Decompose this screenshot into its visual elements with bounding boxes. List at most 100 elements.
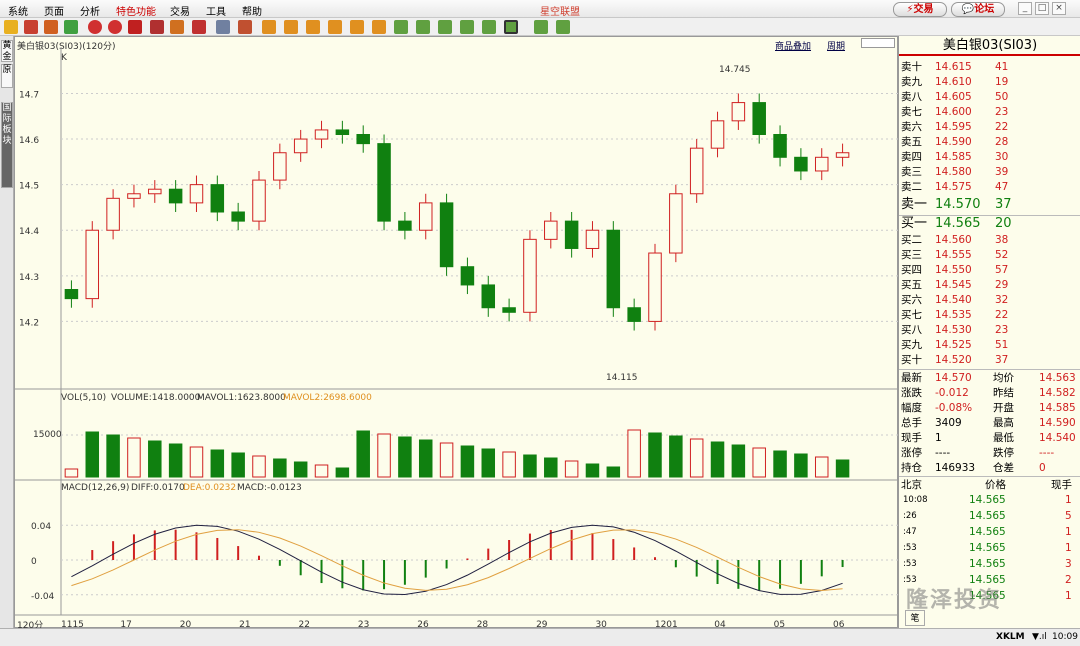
back-icon[interactable] bbox=[4, 20, 18, 34]
candle-body bbox=[439, 202, 454, 268]
period-7-icon[interactable] bbox=[394, 20, 408, 34]
maximize-button[interactable]: □ bbox=[1035, 2, 1049, 15]
period-5-icon[interactable] bbox=[350, 20, 364, 34]
period-1-icon[interactable] bbox=[262, 20, 276, 34]
ask-row[interactable]: 卖九 14.610 19 bbox=[899, 75, 1080, 90]
period-6-icon[interactable] bbox=[372, 20, 386, 34]
volume-bar bbox=[398, 436, 412, 478]
minimize-button[interactable]: _ bbox=[1018, 2, 1032, 15]
ask-row[interactable]: 卖七 14.600 23 bbox=[899, 105, 1080, 120]
bid-row[interactable]: 买六 14.540 32 bbox=[899, 293, 1080, 308]
period-8-icon[interactable] bbox=[416, 20, 430, 34]
bid-row[interactable]: 买十 14.520 37 bbox=[899, 353, 1080, 368]
bid-row[interactable]: 买九 14.525 51 bbox=[899, 338, 1080, 353]
candle-body bbox=[814, 156, 829, 172]
period-2-icon[interactable] bbox=[284, 20, 298, 34]
period-13-icon[interactable] bbox=[534, 20, 548, 34]
bid-row[interactable]: 买八 14.530 23 bbox=[899, 323, 1080, 338]
menu-features[interactable]: 特色功能 bbox=[116, 3, 156, 18]
ask-row[interactable]: 卖三 14.580 39 bbox=[899, 165, 1080, 180]
grid-icon[interactable] bbox=[216, 20, 230, 34]
ask-1-row[interactable]: 卖一 14.570 37 bbox=[899, 197, 1080, 214]
period-9-icon[interactable] bbox=[438, 20, 452, 34]
bid-row[interactable]: 买四 14.550 57 bbox=[899, 263, 1080, 278]
volume-bar bbox=[418, 439, 433, 478]
candle-body bbox=[252, 179, 266, 222]
candle-body bbox=[544, 220, 558, 240]
ask-row[interactable]: 卖二 14.575 47 bbox=[899, 180, 1080, 195]
volume-bar bbox=[544, 457, 558, 478]
candle-body bbox=[356, 134, 370, 145]
price-tick-label: 14.3 bbox=[19, 273, 39, 283]
brush-icon[interactable] bbox=[170, 20, 184, 34]
menu-page[interactable]: 页面 bbox=[44, 3, 64, 18]
bid-row[interactable]: 买五 14.545 29 bbox=[899, 278, 1080, 293]
forum-button[interactable]: 💬论坛 bbox=[951, 2, 1005, 17]
bid-row[interactable]: 买三 14.555 52 bbox=[899, 248, 1080, 263]
ask-row[interactable]: 卖八 14.605 50 bbox=[899, 90, 1080, 105]
candle-body bbox=[648, 252, 662, 322]
candle-body bbox=[585, 229, 600, 249]
high-mark: 14.745 bbox=[719, 65, 751, 75]
tab-source[interactable]: 原 bbox=[1, 64, 13, 88]
menu-help[interactable]: 帮助 bbox=[242, 3, 262, 18]
zoom-in-icon[interactable] bbox=[88, 20, 102, 34]
candle-body bbox=[460, 266, 475, 286]
period-3-icon[interactable] bbox=[306, 20, 320, 34]
period-10-icon[interactable] bbox=[460, 20, 474, 34]
ask-row[interactable]: 卖六 14.595 22 bbox=[899, 120, 1080, 135]
macd-tick-label: 0.04 bbox=[31, 522, 51, 532]
tools-icon[interactable] bbox=[128, 20, 142, 34]
period-11-icon[interactable] bbox=[482, 20, 496, 34]
candle-body bbox=[752, 102, 766, 135]
volume-bar bbox=[648, 432, 662, 478]
filter-icon[interactable] bbox=[192, 20, 206, 34]
stat-row: 涨跌 -0.012 昨结 14.582 bbox=[901, 387, 1076, 399]
period-4-icon[interactable] bbox=[328, 20, 342, 34]
candle-body bbox=[85, 229, 100, 300]
candle-body bbox=[314, 129, 329, 140]
period-12-icon[interactable] bbox=[504, 20, 518, 34]
price-tick-label: 14.7 bbox=[19, 90, 39, 100]
volume-bar bbox=[64, 468, 79, 478]
candle-body bbox=[168, 188, 183, 204]
pen-icon[interactable] bbox=[150, 20, 164, 34]
close-button[interactable]: × bbox=[1052, 2, 1066, 15]
volume-bar bbox=[439, 442, 454, 478]
menu-trade[interactable]: 交易 bbox=[170, 3, 190, 18]
volume-bar bbox=[273, 458, 287, 478]
menu-analysis[interactable]: 分析 bbox=[80, 3, 100, 18]
tab-international[interactable]: 国际板块 bbox=[1, 102, 13, 188]
home-icon[interactable] bbox=[24, 20, 38, 34]
lightning-icon: ⚡ bbox=[906, 4, 914, 15]
zoom-out-icon[interactable] bbox=[108, 20, 122, 34]
vol-tick-label: 15000 bbox=[33, 430, 62, 440]
volume-bar bbox=[502, 451, 516, 478]
volume-bar bbox=[814, 456, 829, 478]
ask-row[interactable]: 卖四 14.585 30 bbox=[899, 150, 1080, 165]
trade-button[interactable]: ⚡交易 bbox=[893, 2, 947, 17]
menu-tools[interactable]: 工具 bbox=[206, 3, 226, 18]
volume-bar bbox=[752, 447, 766, 478]
tab-gold[interactable]: 黄金 bbox=[1, 40, 13, 62]
tick-row: :47 14.565 1 bbox=[903, 526, 1072, 538]
ask-row[interactable]: 卖五 14.590 28 bbox=[899, 135, 1080, 150]
candle-body bbox=[481, 284, 496, 309]
volume-bar bbox=[231, 452, 245, 478]
ticks-header: 北京 价格 现手 bbox=[901, 479, 1072, 491]
chart-icon[interactable] bbox=[238, 20, 252, 34]
bid-row[interactable]: 买七 14.535 22 bbox=[899, 308, 1080, 323]
menu-system[interactable]: 系统 bbox=[8, 3, 28, 18]
volume-bar bbox=[377, 433, 391, 478]
period-14-icon[interactable] bbox=[556, 20, 570, 34]
volume-bar bbox=[481, 448, 496, 478]
card-icon[interactable] bbox=[44, 20, 58, 34]
refresh-icon[interactable] bbox=[64, 20, 78, 34]
bid-row[interactable]: 买二 14.560 38 bbox=[899, 233, 1080, 248]
bid-1-row[interactable]: 买一 14.565 20 bbox=[899, 216, 1080, 233]
ask-row[interactable]: 卖十 14.615 41 bbox=[899, 60, 1080, 75]
low-mark: 14.115 bbox=[606, 373, 638, 383]
stat-row: 最新 14.570 均价 14.563 bbox=[901, 372, 1076, 384]
price-tick-label: 14.4 bbox=[19, 227, 39, 237]
stat-row: 涨停 ---- 跌停 ---- bbox=[901, 447, 1055, 459]
